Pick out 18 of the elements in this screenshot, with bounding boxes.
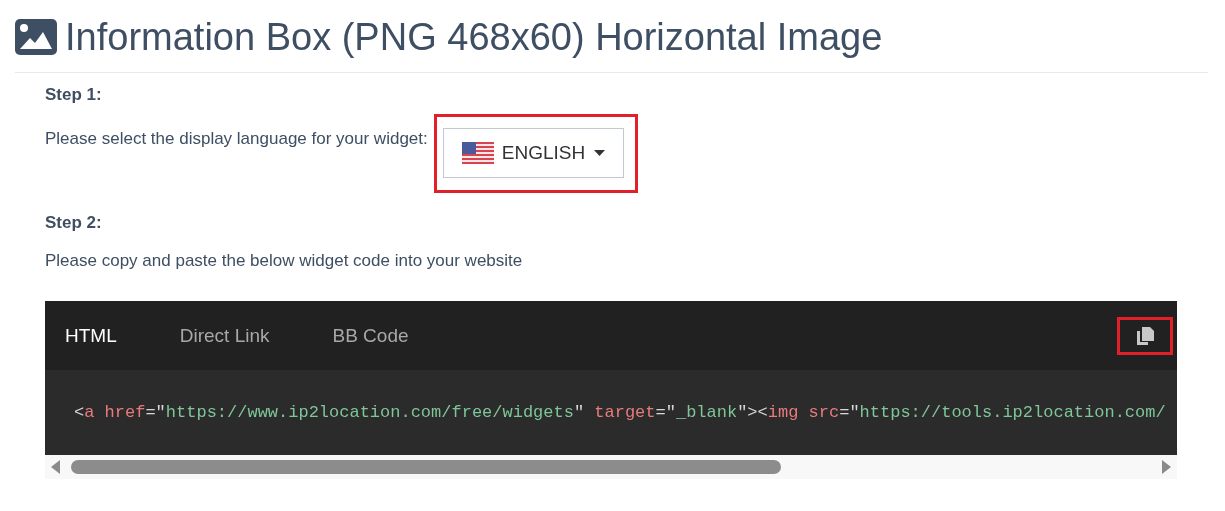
- us-flag-icon: [461, 142, 494, 164]
- code-tab[interactable]: BB Code: [332, 324, 409, 347]
- scroll-right-icon[interactable]: [1161, 460, 1171, 474]
- instruction-text: Please select the display language for your widget:: [45, 128, 428, 149]
- code-tab[interactable]: Direct Link: [179, 324, 270, 347]
- instruction-text: Please copy and paste the below widget code into your website: [45, 251, 524, 271]
- copy-icon: [1135, 325, 1155, 346]
- horizontal-scrollbar[interactable]: [45, 455, 1177, 479]
- step-label: Step 2:: [45, 213, 103, 233]
- code-tab[interactable]: HTML: [65, 324, 117, 347]
- scroll-left-icon[interactable]: [51, 460, 61, 474]
- language-dropdown[interactable]: ENGLISH: [442, 128, 624, 178]
- caret-icon: [593, 150, 605, 156]
- image-icon: [15, 19, 57, 55]
- page-title: Information Box (PNG 468x60) Horizontal Image: [65, 15, 883, 60]
- code-line: <a href="https://www.ip2location.com/free/widgets" target="_blank"><img src="https://tools.ip2location.com/: [74, 403, 1166, 422]
- step-label: Step 1:: [45, 85, 103, 105]
- scrollbar-thumb[interactable]: [71, 460, 781, 474]
